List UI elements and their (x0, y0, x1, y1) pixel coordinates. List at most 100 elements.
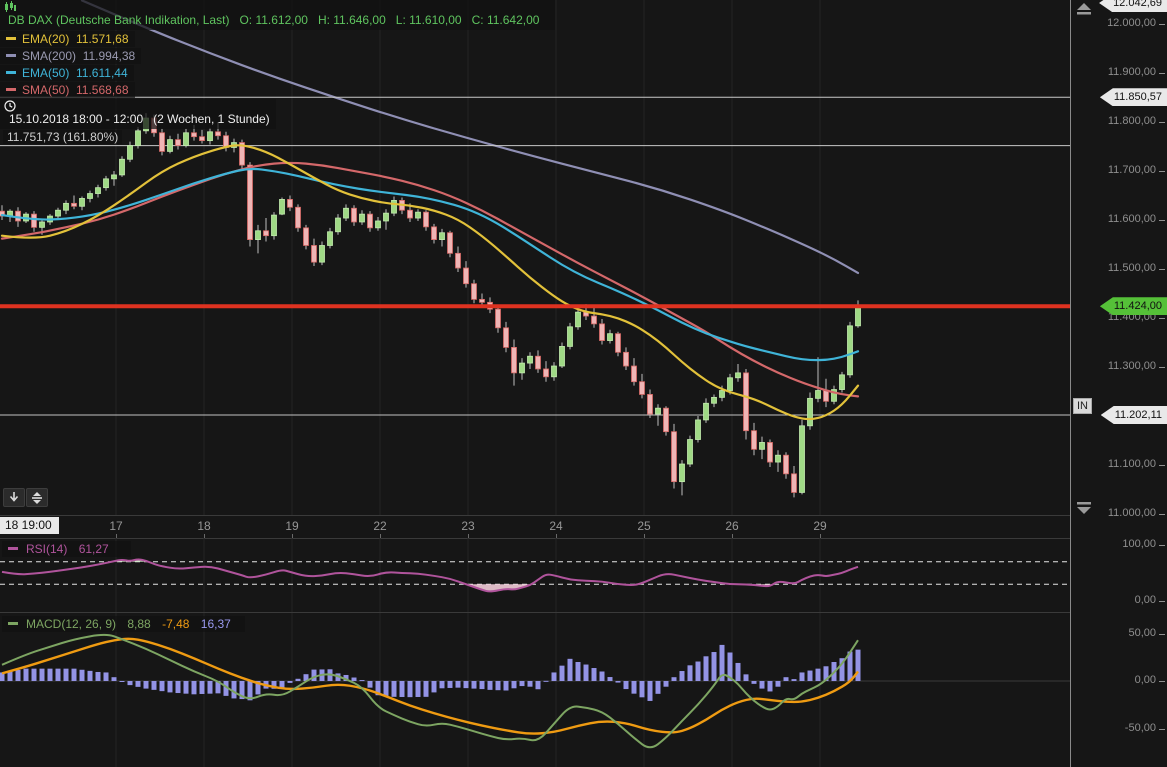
candle-down (352, 208, 357, 222)
macd-legend[interactable]: MACD(12, 26, 9) 8,88 -7,48 16,37 (2, 616, 245, 632)
fib-level-label: 11.751,73 (161.80%) (3, 130, 122, 144)
candle-down (248, 165, 253, 239)
candle-up (728, 378, 733, 391)
ohlc-value: O: 11.612,00 (239, 13, 308, 27)
candle-down (160, 133, 165, 152)
legend-sma50[interactable]: SMA(50) 11.568,68 (0, 82, 135, 98)
ohlc-value: C: 11.642,00 (472, 13, 540, 27)
macd-histogram-bar (360, 680, 365, 681)
rsi-legend[interactable]: RSI(14) 61,27 (2, 541, 131, 557)
macd-histogram-bar (544, 681, 549, 682)
candle-down (664, 408, 669, 432)
macd-histogram-bar (456, 681, 461, 688)
day-tick-label: 24 (549, 519, 562, 533)
ohlc-value: L: 11.610,00 (396, 13, 462, 27)
candle-down (176, 140, 181, 146)
legend-ema50[interactable]: EMA(50) 11.611,44 (0, 65, 134, 81)
time-axis[interactable]: 18 19:00 171819222324252629 (0, 515, 1070, 539)
candle-up (776, 455, 781, 462)
macd-histogram-bar (744, 674, 749, 681)
macd-histogram-bar (496, 681, 501, 690)
macd-histogram-bar (632, 681, 637, 694)
day-tick-label: 26 (725, 519, 738, 533)
macd-histogram-bar (704, 656, 709, 681)
macd-histogram-bar (152, 681, 157, 690)
macd-panel[interactable] (0, 613, 1070, 767)
rsi-chart-canvas[interactable] (0, 538, 1070, 612)
macd-histogram-bar (488, 681, 493, 690)
scroll-up-button[interactable] (1076, 3, 1092, 16)
macd-histogram-bar (136, 681, 141, 687)
price-level-label: 12.042,69 (1099, 0, 1167, 12)
candle-up (560, 346, 565, 366)
price-tick: 11.500,00 (1108, 262, 1156, 274)
price-level-label: 11.850,57 (1100, 88, 1167, 106)
macd-histogram-bar (96, 672, 101, 681)
candle-up (96, 188, 101, 194)
candle-down (744, 373, 749, 431)
macd-histogram-bar (792, 679, 797, 681)
candle-down (288, 199, 293, 207)
rsi-label: RSI(14) (26, 542, 67, 556)
candle-down (768, 442, 773, 462)
candle-down (32, 214, 37, 227)
candle-up (392, 200, 397, 213)
macd-histogram-bar (424, 681, 429, 697)
macd-histogram-bar (624, 681, 629, 689)
candle-down (192, 133, 197, 137)
macd-histogram-bar (520, 681, 525, 686)
rsi-value: 61,27 (79, 542, 109, 556)
macd-swatch-icon (8, 622, 18, 625)
expand-panel-button[interactable] (26, 488, 48, 507)
macd-histogram-bar (688, 665, 693, 681)
price-tick: 11.600,00 (1108, 213, 1156, 225)
candle-down (544, 369, 549, 377)
candle-down (424, 212, 429, 227)
price-tick: 11.100,00 (1108, 458, 1156, 470)
macd-histogram-bar (680, 671, 685, 681)
candle-up (520, 363, 525, 373)
macd-histogram-bar (48, 669, 53, 681)
sma200-swatch-icon (6, 54, 16, 57)
scroll-down-button[interactable] (1076, 501, 1092, 514)
rsi-panel[interactable] (0, 538, 1070, 613)
candle-down (624, 352, 629, 366)
legend-sma200[interactable]: SMA(200) 11.994,38 (0, 48, 141, 64)
sma50-label: SMA(50) (22, 83, 69, 97)
macd-histogram-bar (640, 681, 645, 697)
macd-histogram-bar (176, 681, 181, 693)
macd-histogram-bar (800, 672, 805, 681)
macd-histogram-bar (352, 678, 357, 681)
macd-histogram-bar (80, 670, 85, 681)
candle-up (320, 245, 325, 262)
candle-up (816, 391, 821, 399)
ohlc-readout: O: 11.612,00 H: 11.646,00 L: 11.610,00 C: 1… (239, 13, 549, 27)
legend-ema20[interactable]: EMA(20) 11.571,68 (0, 31, 135, 47)
macd-histogram-bar (600, 672, 605, 682)
macd-histogram-bar (552, 672, 557, 681)
candle-down (600, 324, 605, 341)
instrument-row: DB DAX (Deutsche Bank Indikation, Last)O… (0, 0, 555, 30)
macd-label: MACD(12, 26, 9) (26, 617, 116, 631)
macd-histogram-bar (448, 681, 453, 688)
day-tick-label: 29 (813, 519, 826, 533)
candle-up (688, 440, 693, 465)
crosshair-time-label: 18 19:00 (0, 517, 59, 534)
macd-histogram-bar (808, 671, 813, 681)
macd-histogram-bar (120, 681, 125, 682)
macd-histogram-bar (160, 681, 165, 691)
period-label: 15.10.2018 18:00 - 12:00 (9, 112, 143, 126)
price-axis[interactable]: 12.000,0011.900,0011.800,0011.700,0011.6… (1070, 0, 1167, 767)
candle-up (208, 132, 213, 141)
candle-up (736, 373, 741, 378)
collapse-panel-button[interactable] (3, 488, 25, 507)
macd-chart-canvas[interactable] (0, 613, 1070, 767)
price-tick: 12.000,00 (1107, 17, 1156, 29)
macd-histogram-bar (24, 669, 29, 681)
candle-up (760, 442, 765, 449)
macd-histogram-bar (784, 677, 789, 681)
ohlc-value: H: 11.646,00 (318, 13, 386, 27)
macd-histogram-bar (768, 681, 773, 691)
candle-up (360, 214, 365, 222)
macd-histogram-bar (184, 681, 189, 694)
